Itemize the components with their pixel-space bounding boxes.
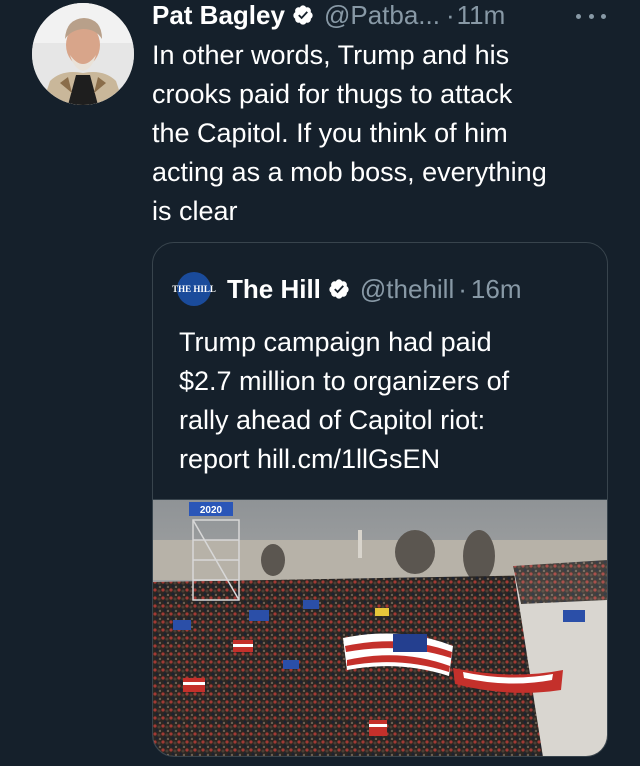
quoted-tweet-timestamp[interactable]: 16m xyxy=(471,274,522,305)
verified-badge-icon xyxy=(328,278,350,300)
author-name[interactable]: Pat Bagley xyxy=(152,0,285,30)
more-options-icon[interactable] xyxy=(576,11,606,21)
quoted-tweet[interactable]: THE HILL The Hill @thehill · 16m Trump c… xyxy=(152,242,608,757)
capitol-crowd-image: 2020 xyxy=(153,500,607,756)
tweet-header: Pat Bagley @Patba... · 11m xyxy=(152,0,622,30)
profile-photo xyxy=(32,3,134,105)
quoted-tweet-photo[interactable]: 2020 xyxy=(153,499,607,756)
quoted-tweet-text: Trump campaign had paid $2.7 million to … xyxy=(179,327,510,474)
author-avatar[interactable] xyxy=(32,3,134,105)
the-hill-logo[interactable]: THE HILL xyxy=(172,272,216,306)
quoted-tweet-header: THE HILL The Hill @thehill · 16m xyxy=(172,272,597,306)
separator-dot: · xyxy=(445,0,455,30)
tweet-timestamp[interactable]: 11m xyxy=(457,0,506,30)
quoted-author-name[interactable]: The Hill xyxy=(227,274,321,305)
separator-dot: · xyxy=(458,273,467,304)
tweet-text: In other words, Trump and his crooks pai… xyxy=(152,40,547,226)
photo-sign-2020: 2020 xyxy=(200,505,223,516)
quoted-author-handle[interactable]: @thehill xyxy=(360,274,454,305)
author-handle[interactable]: @Patba... xyxy=(324,0,440,30)
verified-badge-icon xyxy=(292,4,314,26)
